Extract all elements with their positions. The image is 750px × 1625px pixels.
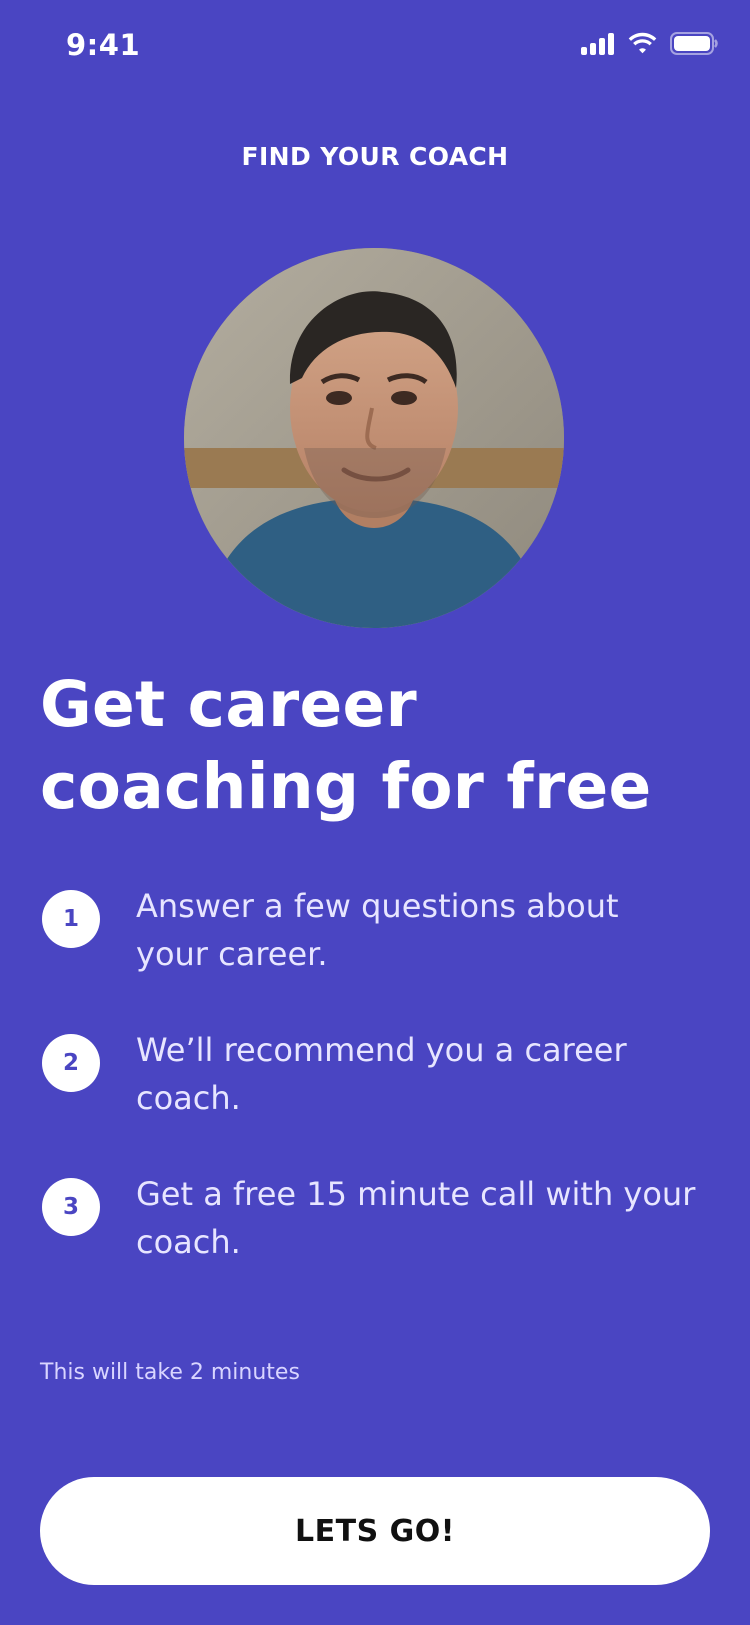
lets-go-button[interactable]: LETS GO!: [40, 1477, 710, 1585]
wifi-icon: [627, 32, 658, 55]
step-text: We’ll recommend you a career coach.: [136, 1031, 627, 1117]
battery-icon: [670, 32, 718, 55]
status-bar: 9:41: [0, 0, 750, 96]
step-number-badge: 2: [42, 1034, 100, 1092]
step-text: Answer a few questions about your career…: [136, 887, 619, 973]
status-time: 9:41: [66, 28, 141, 62]
step-item: 2 We’ll recommend you a career coach.: [40, 1031, 720, 1178]
time-estimate-note: This will take 2 minutes: [40, 1360, 300, 1385]
signal-icon: [581, 32, 615, 55]
status-icons: [581, 32, 718, 55]
step-number-badge: 3: [42, 1178, 100, 1236]
coach-avatar-photo: [184, 248, 564, 628]
steps-list: 1 Answer a few questions about your care…: [40, 887, 720, 1322]
step-number-badge: 1: [42, 890, 100, 948]
headline: Get career coaching for free: [40, 668, 652, 823]
step-item: 3 Get a free 15 minute call with your co…: [40, 1175, 720, 1322]
page-title: FIND YOUR COACH: [241, 142, 509, 171]
step-item: 1 Answer a few questions about your care…: [40, 887, 720, 1034]
step-text: Get a free 15 minute call with your coac…: [136, 1175, 696, 1261]
coach-avatar: [184, 248, 564, 628]
